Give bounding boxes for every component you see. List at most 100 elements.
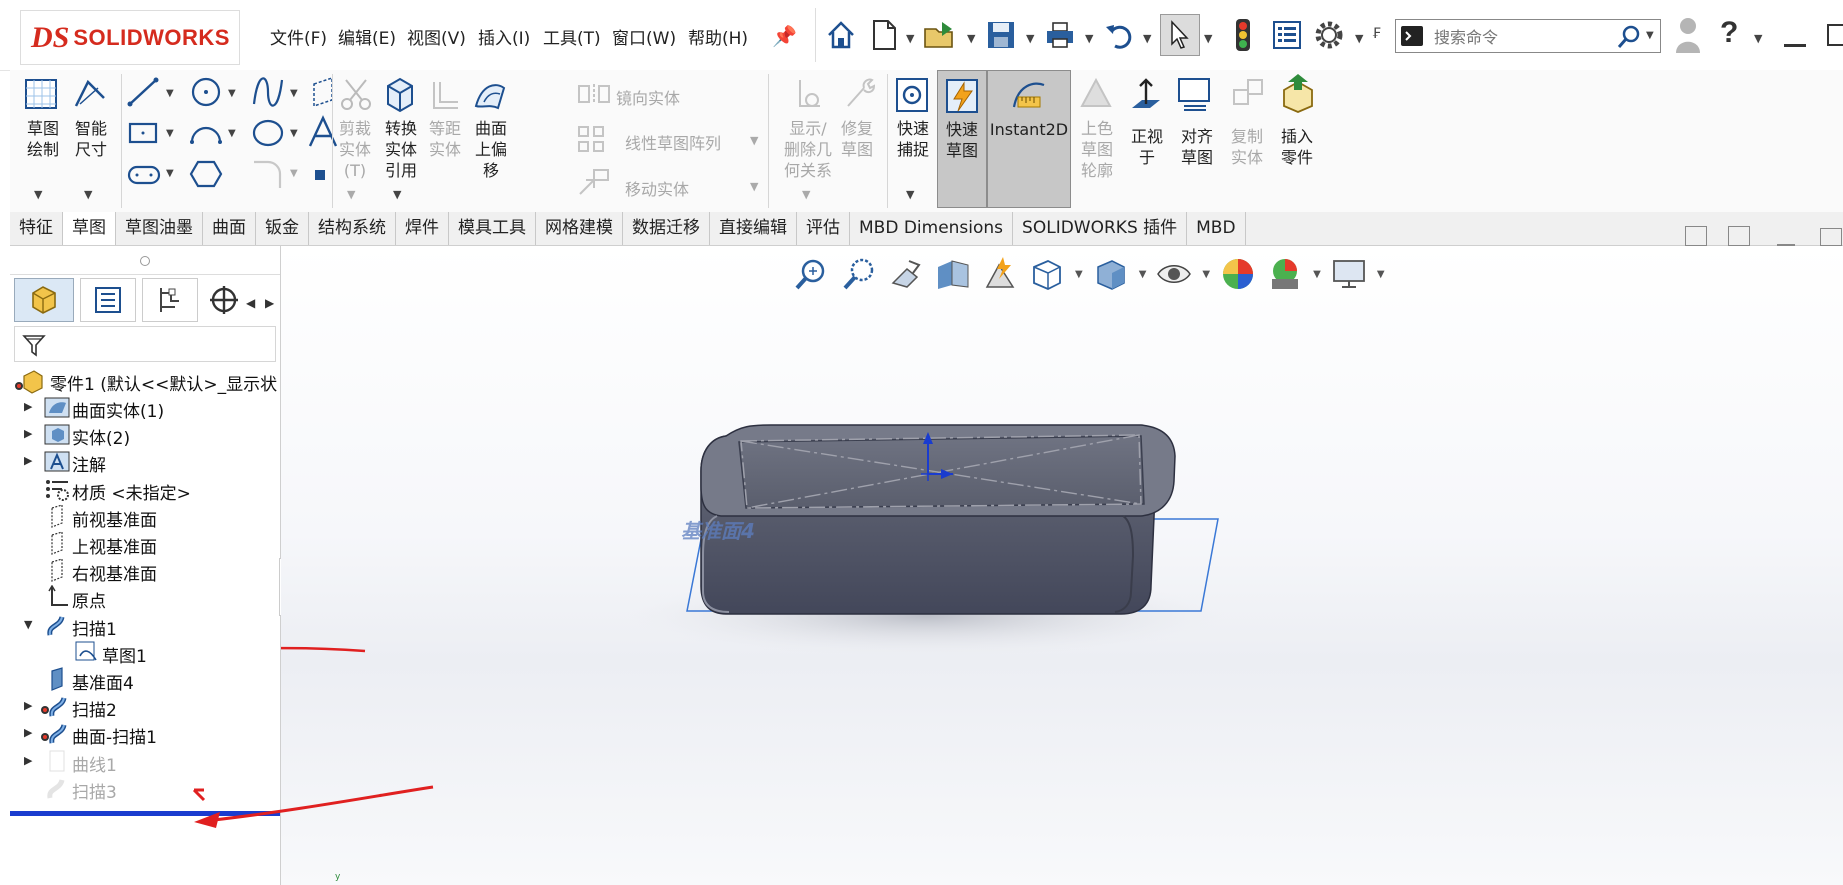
tile-right-icon[interactable] — [1728, 226, 1750, 246]
chevron-down-icon[interactable]: ▼ — [228, 128, 236, 139]
chevron-down-icon[interactable]: ▼ — [1646, 30, 1654, 41]
restore-document-icon[interactable] — [1820, 228, 1842, 246]
insert-part-button[interactable]: 插入 零件 — [1272, 126, 1322, 168]
tile-left-icon[interactable] — [1685, 226, 1707, 246]
maximize-window-icon[interactable] — [1827, 24, 1843, 46]
normal-to-icon[interactable] — [1128, 76, 1164, 118]
tree-item[interactable]: ▼ 扫描1 — [10, 611, 280, 640]
tree-item[interactable]: ▶ 扫描2 — [10, 692, 280, 721]
chevron-down-icon[interactable]: ▼ — [166, 128, 174, 139]
chevron-down-icon[interactable]: ▼ — [906, 32, 914, 45]
menu-window[interactable]: 窗口(W) — [612, 24, 676, 49]
menu-view[interactable]: 视图(V) — [407, 24, 466, 49]
convert-entities-button[interactable]: 转换 实体 引用 — [376, 118, 426, 181]
line-icon[interactable] — [126, 76, 162, 112]
open-icon[interactable] — [922, 17, 958, 53]
construction-plane-icon[interactable] — [308, 76, 338, 112]
chevron-down-icon[interactable]: ▼ — [84, 188, 92, 201]
chevron-down-icon[interactable]: ▼ — [1143, 32, 1151, 45]
file-properties-icon[interactable] — [1269, 17, 1305, 53]
point-icon[interactable] — [315, 170, 325, 180]
search-commands-box[interactable]: ▼ — [1395, 19, 1661, 53]
expand-arrow-icon[interactable]: ▶ — [24, 726, 32, 739]
quick-snaps-icon[interactable] — [894, 76, 930, 118]
propertymanager-tab-icon[interactable] — [80, 278, 136, 322]
tab-structure-system[interactable]: 结构系统 — [309, 212, 396, 245]
chevron-down-icon[interactable]: ▼ — [1204, 32, 1212, 45]
dimxpertmanager-tab-icon[interactable] — [204, 278, 244, 322]
chevron-down-icon[interactable]: ▼ — [347, 188, 355, 201]
expand-arrow-icon[interactable]: ▶ — [24, 454, 32, 467]
tab-mesh-modeling[interactable]: 网格建模 — [536, 212, 623, 245]
collapse-arrow-icon[interactable]: ▼ — [24, 618, 32, 631]
shaded-sketch-contours-button[interactable]: 上色 草图 轮廓 — [1072, 118, 1122, 181]
tree-item[interactable]: 材质 <未指定> — [10, 475, 280, 504]
tree-item[interactable]: ▶ 曲面-扫描1 — [10, 719, 280, 748]
chevron-down-icon[interactable]: ▼ — [967, 32, 975, 45]
insert-part-icon[interactable] — [1278, 72, 1318, 118]
tree-root-part[interactable]: 零件1 (默认<<默认>_显示状 — [10, 366, 280, 395]
minimize-window-icon[interactable] — [1784, 44, 1806, 47]
sketch-button[interactable]: 草图 绘制 — [18, 118, 68, 160]
expand-arrow-icon[interactable]: ▶ — [24, 400, 32, 413]
chevron-down-icon[interactable]: ▼ — [228, 88, 236, 99]
panel-grip-icon[interactable] — [140, 256, 150, 266]
linear-pattern-icon[interactable] — [576, 124, 612, 158]
normal-to-button[interactable]: 正视 于 — [1122, 126, 1172, 168]
tree-item[interactable]: 基准面4 — [10, 665, 280, 694]
menu-help[interactable]: 帮助(H) — [688, 24, 748, 49]
sketch-icon[interactable] — [22, 76, 62, 114]
offset-on-surface-button[interactable]: 曲面 上偏 移 — [466, 118, 516, 181]
spline-icon[interactable] — [250, 76, 286, 112]
menu-insert[interactable]: 插入(I) — [478, 24, 530, 49]
tree-item[interactable]: 草图1 — [10, 638, 280, 667]
select-cursor-icon[interactable] — [1160, 14, 1200, 56]
help-icon[interactable]: ? — [1720, 16, 1738, 50]
linear-pattern-button[interactable]: 线性草图阵列 — [625, 130, 721, 154]
slot-icon[interactable] — [126, 160, 162, 194]
undo-icon[interactable] — [1101, 17, 1137, 53]
pin-icon[interactable]: 📌 — [772, 24, 797, 48]
configurationmanager-tab-icon[interactable] — [142, 278, 198, 322]
align-sketch-icon[interactable] — [1176, 76, 1214, 118]
tab-mold-tools[interactable]: 模具工具 — [449, 212, 536, 245]
offset-entities-icon[interactable] — [428, 78, 462, 118]
copy-entities-icon[interactable] — [1230, 76, 1266, 118]
trim-entities-icon[interactable] — [338, 76, 374, 116]
smart-dimension-button[interactable]: 智能 尺寸 — [66, 118, 116, 160]
graphics-viewport[interactable]: ▼ ▼ ▼ ▼ ▼ 基准面4 y — [281, 246, 1843, 885]
tab-sketch-ink[interactable]: 草图油墨 — [116, 212, 203, 245]
tab-scroll-right-icon[interactable]: ▶ — [265, 296, 274, 310]
home-icon[interactable] — [823, 17, 859, 53]
chevron-down-icon[interactable]: ▼ — [1754, 32, 1762, 45]
tab-weldments[interactable]: 焊件 — [396, 212, 449, 245]
circle-icon[interactable] — [188, 76, 224, 112]
shaded-sketch-contours-icon[interactable] — [1078, 76, 1114, 118]
tree-item[interactable]: ▶ 曲面实体(1) — [10, 393, 280, 422]
menu-tools[interactable]: 工具(T) — [543, 24, 601, 49]
offset-entities-button[interactable]: 等距 实体 — [420, 118, 470, 160]
chevron-down-icon[interactable]: ▼ — [906, 188, 914, 201]
tab-sketch[interactable]: 草图 — [63, 212, 116, 245]
arc-icon[interactable] — [188, 118, 224, 152]
chevron-down-icon[interactable]: ▼ — [1026, 32, 1034, 45]
chevron-down-icon[interactable]: ▼ — [393, 188, 401, 201]
align-sketch-button[interactable]: 对齐 草图 — [1172, 126, 1222, 168]
tab-mbd[interactable]: MBD — [1187, 212, 1246, 245]
chevron-down-icon[interactable]: ▼ — [34, 188, 42, 201]
tree-item[interactable]: ▶ 实体(2) — [10, 420, 280, 449]
fillet-icon[interactable] — [250, 158, 286, 194]
tree-item[interactable]: 前视基准面 — [10, 502, 280, 531]
tab-data-migration[interactable]: 数据迁移 — [623, 212, 710, 245]
tab-scroll-left-icon[interactable]: ◀ — [246, 296, 255, 310]
instant2d-button[interactable]: Instant2D — [987, 70, 1071, 208]
ellipse-icon[interactable] — [250, 118, 286, 152]
chevron-down-icon[interactable]: ▼ — [802, 188, 810, 201]
print-icon[interactable] — [1042, 17, 1078, 53]
polygon-icon[interactable] — [188, 158, 224, 194]
tree-item[interactable]: 右视基准面 — [10, 556, 280, 585]
options-gear-icon[interactable] — [1311, 17, 1347, 53]
chevron-down-icon[interactable]: ▼ — [750, 134, 758, 147]
mirror-entities-button[interactable]: 镜向实体 — [616, 85, 680, 109]
display-delete-relations-button[interactable]: 显示/ 删除几 何关系 — [778, 118, 838, 181]
